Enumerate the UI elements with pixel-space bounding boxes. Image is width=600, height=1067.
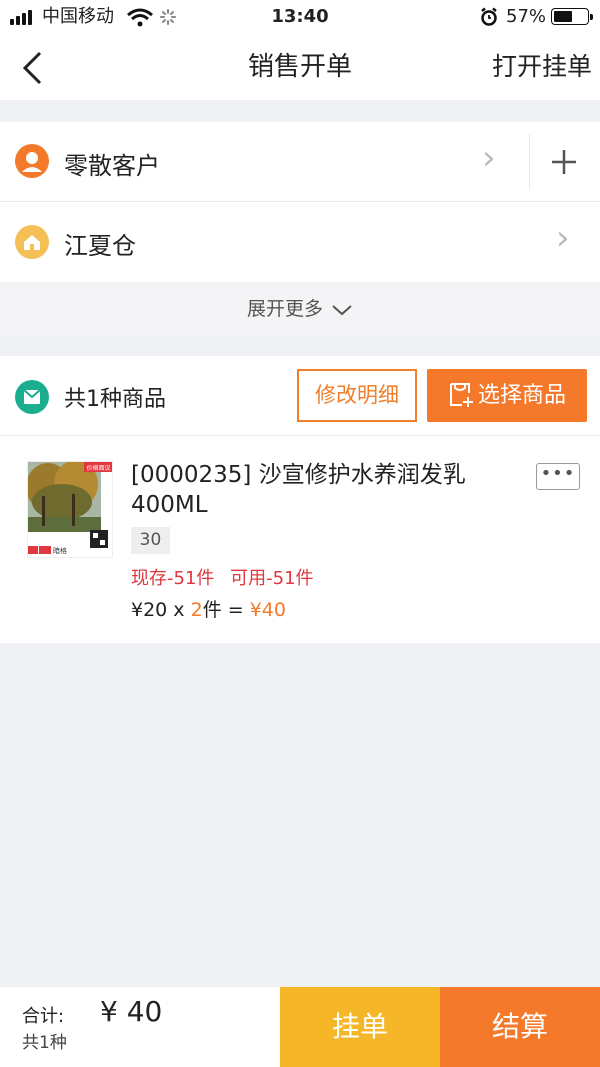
expand-more-label: 展开更多 [246,298,323,320]
total-label: 合计: [22,1006,65,1027]
divider [0,435,600,436]
add-customer-icon[interactable] [551,149,577,175]
warehouse-icon [15,225,49,259]
expand-more-button[interactable]: 展开更多 [0,282,600,336]
open-pending-button[interactable]: 打开挂单 [492,34,592,100]
stock-on-hand: 现存-51件 [131,568,215,589]
divider [529,134,530,189]
quantity[interactable]: 2 [191,599,203,621]
status-bar: 中国移动 13:40 57% [0,0,600,34]
unit-price: ¥20 [131,599,168,621]
select-goods-button[interactable]: 选择商品 [427,369,587,422]
stock-available: 可用-51件 [230,568,314,589]
thumbnail-label: 暗格 [53,547,67,555]
alarm-icon [481,7,497,26]
warehouse-label: 江夏仓 [64,232,136,260]
times-sign: x [167,599,191,621]
total-count: 共1种 [22,1033,67,1053]
order-info-card: 零散客户 › 江夏仓 › [0,122,600,282]
customer-row[interactable]: 零散客户 › [0,122,600,201]
chevron-right-icon: › [482,138,496,178]
stock-info: 现存-51件 可用-51件 [131,564,314,590]
nav-bar: 销售开单 打开挂单 [0,34,600,100]
product-name: [0000235] 沙宣修护水养润发乳400ML [131,462,466,518]
add-goods-icon [449,383,473,407]
total-amount: ¥ 40 [100,995,163,1028]
customer-icon [15,144,49,178]
more-options-button[interactable]: ••• [536,463,580,490]
customer-label: 零散客户 [64,152,160,180]
line-subtotal: ¥40 [249,599,286,621]
quantity-unit: 件 [202,599,222,621]
battery-icon [551,8,593,25]
chevron-right-icon: › [556,218,570,258]
goods-count-label: 共1种商品 [64,387,166,412]
equals-sign: = [221,599,250,621]
thumbnail-tag: 价格面议 [86,465,111,472]
warehouse-row[interactable]: 江夏仓 › [0,202,600,282]
settle-button[interactable]: 结算 [440,987,600,1067]
select-goods-label: 选择商品 [477,383,566,408]
product-image [28,462,112,557]
chevron-down-icon [332,304,352,315]
goods-icon [15,380,49,414]
product-thumbnail[interactable]: 价格面议 暗格 [27,461,113,558]
product-code-tag: 30 [131,527,170,554]
price-line: ¥20 x 2件 = ¥40 [131,595,286,622]
hang-order-button[interactable]: 挂单 [280,987,440,1067]
battery-percent: 57% [506,6,547,27]
edit-details-button[interactable]: 修改明细 [297,369,417,422]
